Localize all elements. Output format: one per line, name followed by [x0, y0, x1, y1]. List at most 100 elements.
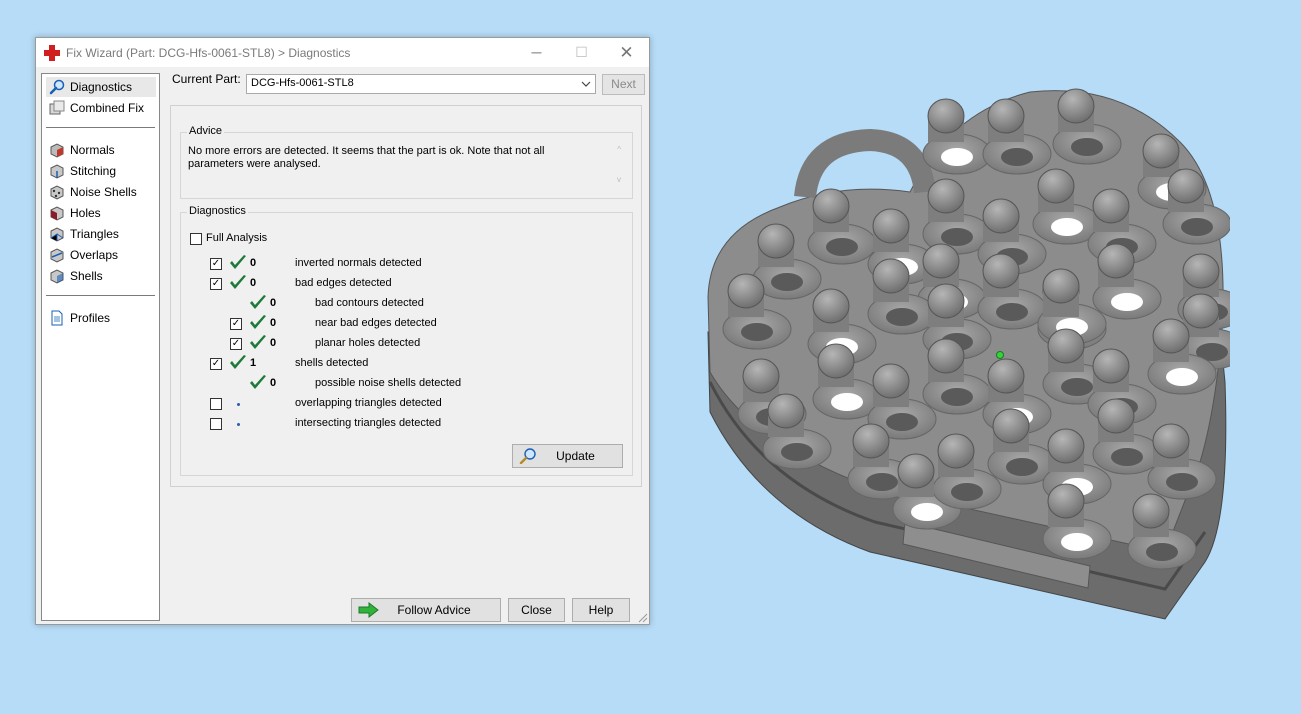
- diagnostic-count: 0: [270, 317, 277, 329]
- current-part-select[interactable]: DCG-Hfs-0061-STL8: [246, 74, 596, 94]
- green-check-icon: [230, 275, 246, 289]
- cup-hole: [1051, 218, 1083, 236]
- cup-hole: [911, 503, 943, 521]
- sidebar-item-label: Overlaps: [70, 248, 119, 262]
- peg-cap: [742, 358, 780, 394]
- peg-cap: [1132, 493, 1170, 529]
- title-bar[interactable]: Fix Wizard (Part: DCG-Hfs-0061-STL8) > D…: [36, 38, 649, 67]
- green-check-icon: [250, 375, 266, 389]
- diagnostic-label: possible noise shells detected: [315, 377, 462, 389]
- sidebar-item-label: Profiles: [70, 311, 111, 325]
- cup-hole: [1071, 138, 1103, 156]
- sidebar-item-profiles[interactable]: Profiles: [46, 308, 156, 328]
- diagnostic-label: bad edges detected: [295, 277, 392, 289]
- sidebar-item-label: Triangles: [70, 227, 119, 241]
- peg-cap: [1182, 293, 1220, 329]
- combined-fix-icon: [49, 100, 65, 115]
- cup-hole: [1166, 368, 1198, 386]
- sidebar-item-label: Stitching: [70, 164, 117, 178]
- follow-advice-button[interactable]: Follow Advice: [351, 598, 501, 622]
- sidebar-item-diagnostics[interactable]: Diagnostics: [46, 77, 156, 97]
- peg-cap: [1047, 328, 1085, 364]
- sidebar: Diagnostics Combined Fix Normals Stitchi…: [41, 73, 160, 621]
- close-window-button[interactable]: ✕: [604, 38, 649, 67]
- diagnostic-count: 0: [270, 337, 277, 349]
- peg-cap: [852, 423, 890, 459]
- update-label: Update: [556, 449, 595, 463]
- peg-cap: [927, 283, 965, 319]
- sidebar-item-shells[interactable]: Shells: [46, 266, 156, 286]
- sidebar-item-normals[interactable]: Normals: [46, 140, 156, 160]
- cup-hole: [1146, 543, 1178, 561]
- maximize-button[interactable]: ☐: [559, 38, 604, 67]
- cup-hole: [866, 473, 898, 491]
- cup-hole: [741, 323, 773, 341]
- resize-grip-icon[interactable]: [638, 613, 648, 623]
- peg-cap: [1152, 318, 1190, 354]
- pivot-marker-icon: [996, 351, 1004, 359]
- minimize-button[interactable]: ─: [514, 38, 559, 67]
- sidebar-separator: [46, 295, 155, 296]
- magnifier-icon: [49, 79, 65, 95]
- cup-hole: [826, 238, 858, 256]
- sidebar-item-label: Combined Fix: [70, 101, 145, 115]
- close-button[interactable]: Close: [508, 598, 565, 622]
- green-check-icon: [250, 295, 266, 309]
- pending-dot-icon: [237, 403, 240, 406]
- current-part-value: DCG-Hfs-0061-STL8: [251, 77, 354, 89]
- sidebar-item-combined-fix[interactable]: Combined Fix: [46, 98, 156, 118]
- diagnostic-checkbox[interactable]: ✓: [230, 338, 242, 350]
- peg-cap: [1092, 188, 1130, 224]
- cup-hole: [1181, 218, 1213, 236]
- shells-cube-icon: [50, 269, 64, 284]
- diagnostic-checkbox[interactable]: [210, 398, 222, 410]
- peg-cap: [872, 363, 910, 399]
- chevron-down-icon: [581, 81, 591, 87]
- peg-cap: [897, 453, 935, 489]
- green-check-icon: [250, 315, 266, 329]
- diagnostic-label: shells detected: [295, 357, 369, 369]
- diagnostic-checkbox[interactable]: ✓: [210, 278, 222, 290]
- sidebar-item-noise-shells[interactable]: Noise Shells: [46, 182, 156, 202]
- cup-hole: [886, 308, 918, 326]
- peg-cap: [1042, 268, 1080, 304]
- sidebar-item-label: Holes: [70, 206, 101, 220]
- diagnostic-checkbox[interactable]: ✓: [210, 258, 222, 270]
- sidebar-item-label: Normals: [70, 143, 115, 157]
- update-button[interactable]: Update: [512, 444, 623, 468]
- peg-cap: [812, 288, 850, 324]
- sidebar-item-triangles[interactable]: Triangles: [46, 224, 156, 244]
- diagnostic-checkbox[interactable]: [210, 418, 222, 430]
- peg-cap: [982, 198, 1020, 234]
- diagnostic-label: planar holes detected: [315, 337, 421, 349]
- diagnostics-group: Diagnostics Full Analysis ✓ 0 inverted nor…: [180, 205, 633, 476]
- help-button[interactable]: Help: [572, 598, 630, 622]
- cup-hole: [1001, 148, 1033, 166]
- red-cross-icon: [44, 45, 60, 61]
- diagnostics-title: Diagnostics: [187, 205, 248, 217]
- cup-hole: [941, 228, 973, 246]
- heart-model-3d-view[interactable]: [700, 82, 1230, 622]
- overlaps-cube-icon: [50, 248, 64, 263]
- cup-hole: [1006, 458, 1038, 476]
- peg-cap: [1152, 423, 1190, 459]
- diagnostic-checkbox[interactable]: ✓: [230, 318, 242, 330]
- sidebar-item-holes[interactable]: Holes: [46, 203, 156, 223]
- sidebar-item-overlaps[interactable]: Overlaps: [46, 245, 156, 265]
- next-button[interactable]: Next: [602, 74, 645, 95]
- diagnostic-count: 0: [270, 297, 277, 309]
- advice-text: No more errors are detected. It seems th…: [188, 145, 545, 170]
- scroll-down-arrow-icon[interactable]: v: [617, 175, 621, 184]
- full-analysis-checkbox[interactable]: [190, 233, 202, 245]
- peg-cap: [1092, 348, 1130, 384]
- peg-cap: [922, 243, 960, 279]
- scroll-up-arrow-icon[interactable]: ^: [617, 145, 621, 154]
- peg-cap: [927, 178, 965, 214]
- peg-cap: [872, 258, 910, 294]
- sidebar-item-stitching[interactable]: Stitching: [46, 161, 156, 181]
- peg-cap: [1142, 133, 1180, 169]
- diagnostic-checkbox[interactable]: ✓: [210, 358, 222, 370]
- peg-cap: [992, 408, 1030, 444]
- green-check-icon: [250, 335, 266, 349]
- diagnostic-label: intersecting triangles detected: [295, 417, 442, 429]
